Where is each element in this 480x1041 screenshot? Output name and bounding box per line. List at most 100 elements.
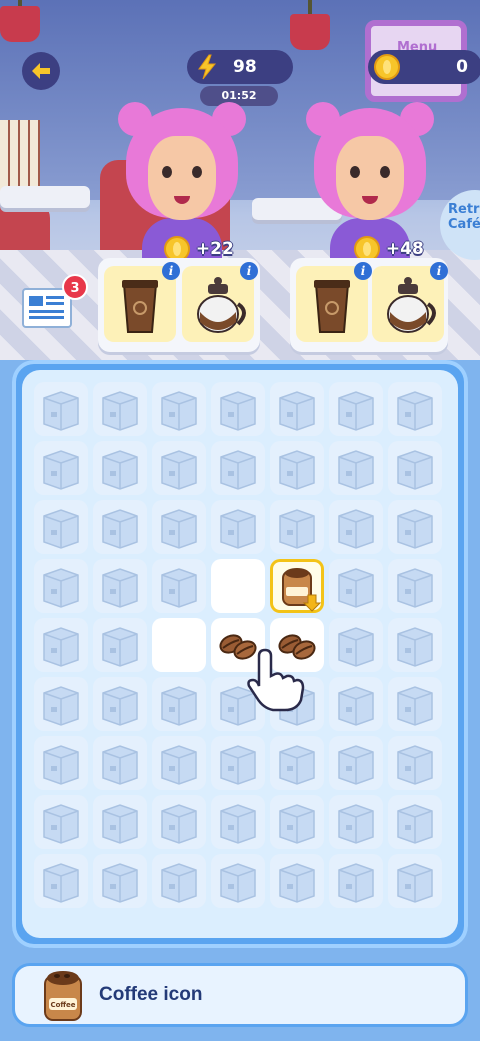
board-cell-locked[interactable] bbox=[34, 854, 88, 908]
cafe-table bbox=[0, 186, 90, 208]
board-cell-locked[interactable] bbox=[329, 677, 383, 731]
board-cell-locked[interactable] bbox=[329, 618, 383, 672]
board-cell-locked[interactable] bbox=[152, 795, 206, 849]
board-cell-locked[interactable] bbox=[152, 500, 206, 554]
locked-box-icon bbox=[93, 745, 147, 794]
board-cell-locked[interactable] bbox=[34, 677, 88, 731]
board-cell-locked[interactable] bbox=[152, 854, 206, 908]
board-cell-locked[interactable] bbox=[388, 677, 442, 731]
locked-box-icon bbox=[388, 450, 442, 499]
board-cell-locked[interactable] bbox=[270, 500, 324, 554]
board-cell-locked[interactable] bbox=[211, 795, 265, 849]
ceiling-lamp bbox=[290, 0, 330, 50]
board-cell-locked[interactable] bbox=[34, 382, 88, 436]
board-cell-locked[interactable] bbox=[388, 854, 442, 908]
info-icon[interactable]: i bbox=[354, 262, 372, 280]
board-cell-locked[interactable] bbox=[270, 854, 324, 908]
board-cell-locked[interactable] bbox=[152, 441, 206, 495]
board-cell-locked[interactable] bbox=[388, 382, 442, 436]
order-slot[interactable]: i bbox=[104, 262, 180, 342]
board-cell-locked[interactable] bbox=[270, 382, 324, 436]
locked-box-icon bbox=[388, 568, 442, 617]
order-slot[interactable]: i bbox=[372, 262, 448, 342]
locked-box-icon bbox=[152, 391, 206, 440]
board-cell-locked[interactable] bbox=[270, 677, 324, 731]
board-cell-locked[interactable] bbox=[329, 736, 383, 790]
board-cell-locked[interactable] bbox=[34, 500, 88, 554]
coffee-bag-label: Coffee bbox=[50, 1001, 75, 1009]
board-cell-locked[interactable] bbox=[93, 441, 147, 495]
locked-box-icon bbox=[329, 568, 383, 617]
board-cell-locked[interactable] bbox=[329, 500, 383, 554]
board-cell-locked[interactable] bbox=[152, 736, 206, 790]
locked-box-icon bbox=[270, 745, 324, 794]
locked-box-icon bbox=[211, 686, 265, 735]
energy-counter[interactable]: 98 bbox=[187, 50, 293, 84]
board-cell-coffee-beans[interactable] bbox=[211, 618, 265, 672]
news-button[interactable]: 3 bbox=[22, 274, 88, 328]
info-icon[interactable]: i bbox=[162, 262, 180, 280]
board-cell-locked[interactable] bbox=[152, 559, 206, 613]
board-cell-locked[interactable] bbox=[388, 736, 442, 790]
board-cell-locked[interactable] bbox=[93, 382, 147, 436]
board-cell-locked[interactable] bbox=[270, 795, 324, 849]
board-cell-locked[interactable] bbox=[388, 618, 442, 672]
locked-box-icon bbox=[211, 863, 265, 912]
board-cell-locked[interactable] bbox=[211, 677, 265, 731]
board-cell-locked[interactable] bbox=[329, 854, 383, 908]
locked-box-icon bbox=[93, 509, 147, 558]
board-cell-locked[interactable] bbox=[152, 382, 206, 436]
order-slot[interactable]: i bbox=[182, 262, 258, 342]
info-icon[interactable]: i bbox=[430, 262, 448, 280]
coin-icon bbox=[374, 54, 400, 80]
locked-box-icon bbox=[270, 686, 324, 735]
board-cell-locked[interactable] bbox=[329, 441, 383, 495]
board-cell-empty[interactable] bbox=[211, 559, 265, 613]
board-cell-locked[interactable] bbox=[93, 736, 147, 790]
locked-box-icon bbox=[34, 627, 88, 676]
info-icon[interactable]: i bbox=[240, 262, 258, 280]
board-cell-locked[interactable] bbox=[211, 441, 265, 495]
board-cell-locked[interactable] bbox=[34, 441, 88, 495]
locked-box-icon bbox=[388, 686, 442, 735]
coin-counter[interactable]: 0 bbox=[368, 50, 480, 84]
locked-box-icon bbox=[270, 391, 324, 440]
board-cell-locked[interactable] bbox=[211, 500, 265, 554]
customer-1-order: i i bbox=[98, 258, 260, 352]
board-cell-locked[interactable] bbox=[211, 382, 265, 436]
board-cell-locked[interactable] bbox=[34, 736, 88, 790]
ceiling-lamp bbox=[0, 0, 40, 42]
board-cell-locked[interactable] bbox=[93, 854, 147, 908]
board-cell-locked[interactable] bbox=[152, 677, 206, 731]
board-cell-locked[interactable] bbox=[93, 559, 147, 613]
coffee-bag-icon: Coffee bbox=[44, 971, 82, 1021]
board-cell-coffee-bag[interactable] bbox=[270, 559, 324, 613]
board-cell-locked[interactable] bbox=[270, 441, 324, 495]
locked-box-icon bbox=[152, 804, 206, 853]
board-cell-locked[interactable] bbox=[211, 854, 265, 908]
locked-box-icon bbox=[211, 509, 265, 558]
board-cell-locked[interactable] bbox=[93, 500, 147, 554]
board-cell-locked[interactable] bbox=[270, 736, 324, 790]
order-slot[interactable]: i bbox=[296, 262, 372, 342]
back-button[interactable] bbox=[22, 52, 60, 90]
board-cell-empty[interactable] bbox=[152, 618, 206, 672]
board-cell-locked[interactable] bbox=[211, 736, 265, 790]
board-cell-locked[interactable] bbox=[34, 618, 88, 672]
locked-box-icon bbox=[93, 450, 147, 499]
locked-box-icon bbox=[93, 391, 147, 440]
board-cell-locked[interactable] bbox=[34, 559, 88, 613]
board-cell-locked[interactable] bbox=[388, 441, 442, 495]
board-cell-locked[interactable] bbox=[34, 795, 88, 849]
board-cell-locked[interactable] bbox=[388, 795, 442, 849]
board-cell-locked[interactable] bbox=[329, 795, 383, 849]
board-cell-locked[interactable] bbox=[93, 618, 147, 672]
board-cell-locked[interactable] bbox=[93, 677, 147, 731]
board-cell-locked[interactable] bbox=[388, 500, 442, 554]
board-cell-locked[interactable] bbox=[388, 559, 442, 613]
board-cell-locked[interactable] bbox=[329, 382, 383, 436]
board-cell-locked[interactable] bbox=[93, 795, 147, 849]
board-cell-coffee-beans[interactable] bbox=[270, 618, 324, 672]
board-cell-locked[interactable] bbox=[329, 559, 383, 613]
locked-box-icon bbox=[329, 686, 383, 735]
